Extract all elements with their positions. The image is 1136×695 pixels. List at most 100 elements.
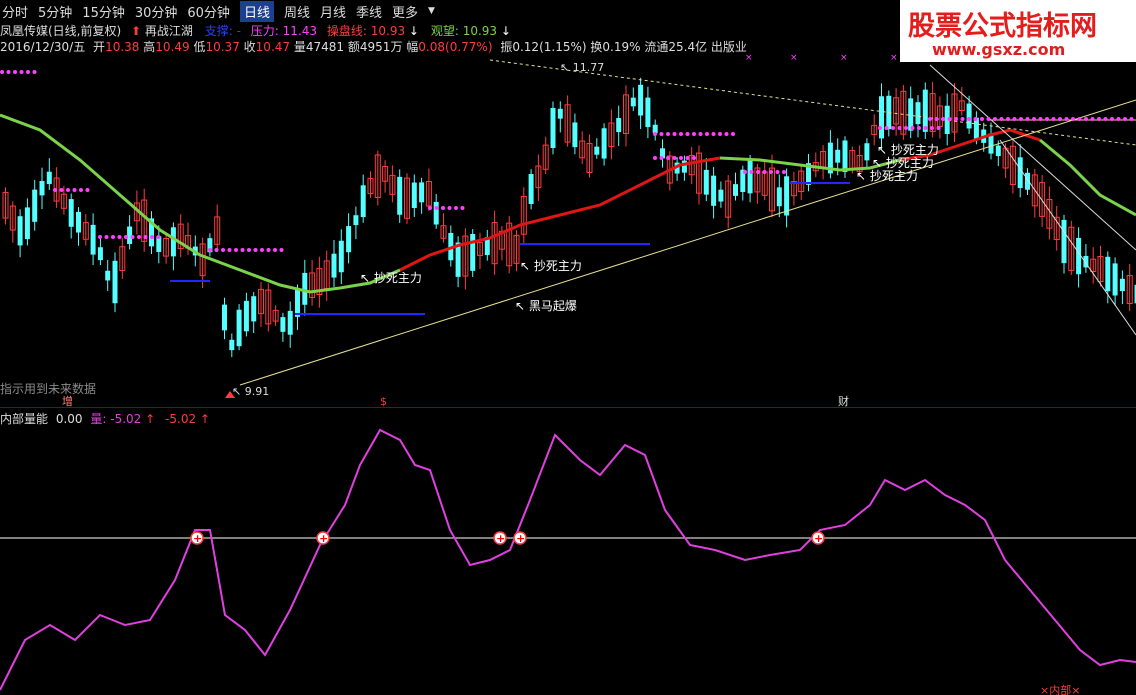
pressure-dots [672, 156, 677, 160]
pressure-dots [447, 206, 452, 210]
pressure-dots [1097, 117, 1101, 121]
candle-down [616, 118, 622, 133]
indicator-up-arrow-icon: ↑ [145, 412, 156, 426]
candle-down [1105, 256, 1111, 292]
candle-down [703, 169, 709, 195]
indicator-header-bottom: 内部量能 0.00 量: -5.02 ↑ -5.02 ↑ [0, 410, 210, 426]
pressure-dots [137, 235, 141, 239]
candle-down [338, 240, 344, 273]
pressure-dots [279, 248, 284, 252]
pressure-dots [1110, 117, 1114, 121]
future-data-warning: 指示用到未来数据 [0, 381, 96, 396]
pressure-dots [111, 235, 115, 239]
pressure-dots [698, 132, 703, 136]
candle-down [645, 97, 651, 128]
pressure-dots [32, 70, 37, 74]
candle-down [572, 122, 578, 148]
pressure-dots [653, 156, 657, 160]
candle-down [1112, 263, 1118, 296]
candle-down [995, 145, 1001, 157]
cross-signal-plus: + [516, 532, 525, 545]
pressure-dots [1032, 117, 1036, 121]
pressure-dots [679, 132, 683, 136]
pressure-dots [156, 235, 161, 239]
candle-down [557, 108, 563, 119]
candle-down [718, 189, 724, 202]
candle-down [908, 98, 914, 131]
pressure-dots [1084, 117, 1088, 121]
pressure-dots [941, 117, 945, 121]
candle-down [295, 289, 300, 317]
candle-down [243, 300, 249, 332]
candle-down [842, 140, 848, 173]
price-chart[interactable]: × × × ×↖ 11.77↖ 9.91↖ 抄死主力↖ 抄死主力↖ 黑马起爆↖ 抄死主… [0, 0, 1136, 695]
pressure-dots [705, 132, 709, 136]
candle-down [922, 89, 928, 132]
pressure-dots [692, 156, 696, 160]
indicator-vol-value: -5.02 [110, 412, 142, 426]
pressure-dots [208, 248, 212, 252]
trend-ma-line-3 [1039, 138, 1136, 217]
energy-line [0, 428, 1136, 691]
pressure-dots [1116, 117, 1121, 121]
candle-down [776, 187, 782, 207]
candle-down [652, 124, 658, 134]
pressure-dots [936, 126, 941, 130]
candle-down [470, 233, 476, 271]
pressure-dots [980, 117, 984, 121]
pressure-dots [428, 206, 432, 210]
pressure-dots [672, 132, 677, 136]
pressure-dots [143, 235, 148, 239]
candle-down [32, 189, 38, 222]
pressure-dots [659, 156, 664, 160]
pressure-dots [711, 132, 716, 136]
pressure-dots [53, 188, 57, 192]
candle-down [711, 175, 717, 206]
candle-down [105, 270, 111, 281]
dark-horse-label: ↖ 黑马起爆 [515, 299, 577, 313]
candle-down [251, 296, 257, 322]
bottom-fish-label-5: ↖ 抄死主力 [856, 169, 918, 183]
cross-signal-plus: + [496, 532, 505, 545]
pressure-dots [1038, 117, 1043, 121]
pressure-dots [227, 248, 232, 252]
pressure-dots [743, 170, 747, 174]
pressure-dots [1045, 117, 1049, 121]
candle-down [353, 215, 359, 226]
bottom-fish-label-4: ↖ 抄死主力 [872, 156, 934, 170]
pressure-dots [273, 248, 277, 252]
pressure-dots [769, 170, 773, 174]
pressure-dots [1051, 117, 1056, 121]
candle-down [360, 185, 366, 218]
candle-down [879, 96, 884, 139]
candle-down [46, 171, 52, 185]
pressure-dots [923, 126, 928, 130]
pressure-dots [1064, 117, 1069, 121]
pressure-dots [947, 117, 952, 121]
pressure-dots [910, 126, 915, 130]
pressure-dots [150, 235, 154, 239]
pressure-dots [1129, 117, 1134, 121]
candle-down [1119, 278, 1125, 292]
candle-down [864, 143, 870, 161]
pressure-dots [1012, 117, 1017, 121]
bottom-fish-label-2: ↖ 抄死主力 [520, 259, 582, 273]
pressure-dots [930, 126, 934, 130]
indicator-up-arrow2-icon: ↑ [199, 412, 210, 426]
pane-divider[interactable] [0, 407, 1136, 408]
candle-down [915, 102, 921, 125]
candle-down [170, 227, 176, 257]
pressure-dots [454, 206, 458, 210]
cross-signal-plus: + [193, 532, 202, 545]
low-price-label: ↖ 9.91 [232, 385, 269, 398]
candle-down [331, 253, 337, 278]
pressure-dots [214, 248, 219, 252]
event-finance-icon: 财 [838, 394, 849, 408]
candle-down [638, 84, 644, 116]
pressure-dots [762, 170, 767, 174]
pressure-dots [98, 235, 102, 239]
pressure-dots [724, 132, 729, 136]
candle-down [966, 103, 972, 129]
pressure-dots [441, 206, 445, 210]
pressure-dots [685, 132, 690, 136]
